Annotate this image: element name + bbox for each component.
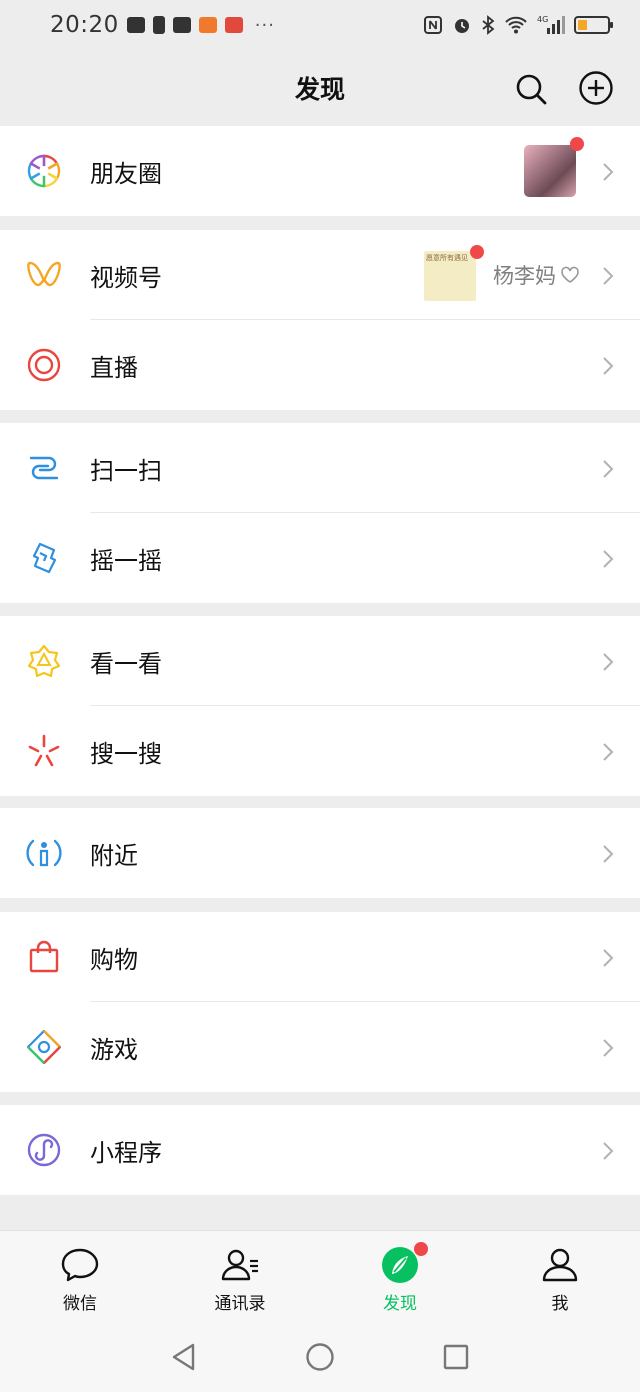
tab-me[interactable]: 我: [480, 1231, 640, 1322]
add-icon[interactable]: [578, 70, 614, 106]
menu-item-label: 小程序: [90, 1138, 162, 1167]
tab-label: 微信: [63, 1294, 97, 1314]
video-camera-icon: [126, 17, 145, 33]
me-icon: [542, 1248, 578, 1282]
menu-item-label: 摇一摇: [90, 546, 162, 575]
alarm-app-icon: [198, 17, 217, 33]
new-post-badge: [570, 137, 584, 151]
menu-item-label: 购物: [90, 945, 138, 974]
search-spark-icon: [28, 734, 60, 767]
network-type: 4G: [537, 15, 548, 24]
recents-square-icon: [443, 1344, 469, 1370]
bottom-nav: 微信 通讯录 发现 我: [0, 1230, 640, 1322]
menu-item-moments[interactable]: 朋友圈: [0, 126, 640, 216]
menu-item-label: 扫一扫: [90, 456, 162, 485]
system-navigation-bar: [0, 1322, 640, 1392]
chevron-right-icon: [603, 460, 614, 478]
menu-item-scan[interactable]: 扫一扫: [0, 423, 640, 513]
alarm-clock-icon: [455, 19, 469, 33]
menu-item-label: 搜一搜: [90, 739, 162, 768]
status-bar: 20:20 ··· 4G: [0, 0, 640, 50]
chat-icon: [61, 1248, 99, 1282]
menu-item-channels[interactable]: 视频号 愿意所有遇见 杨李妈: [0, 230, 640, 320]
battery-icon: [574, 16, 613, 34]
tab-chats[interactable]: 微信: [0, 1231, 160, 1322]
alert-icon: [152, 16, 165, 34]
status-time: 20:20: [50, 12, 119, 38]
group-stories-search: 看一看 搜一搜: [0, 616, 640, 796]
menu-item-live[interactable]: 直播: [0, 320, 640, 410]
channels-preview-thumbnail: 愿意所有遇见: [424, 251, 476, 301]
page-title: 发现: [294, 75, 345, 104]
bluetooth-icon: [482, 15, 495, 35]
channels-butterfly-icon: [27, 261, 61, 287]
search-icon[interactable]: [514, 72, 548, 106]
group-moments: 朋友圈: [0, 126, 640, 216]
menu-item-games[interactable]: 游戏: [0, 1002, 640, 1092]
channels-author-name: 杨李妈: [493, 264, 556, 288]
group-mini-programs: 小程序: [0, 1105, 640, 1195]
chevron-right-icon: [603, 357, 614, 375]
menu-item-shake[interactable]: 摇一摇: [0, 513, 640, 603]
heart-icon: [561, 266, 579, 283]
menu-item-top-stories[interactable]: 看一看: [0, 616, 640, 706]
tab-label: 我: [551, 1294, 569, 1314]
tab-discover[interactable]: 发现: [320, 1231, 480, 1322]
moments-preview-thumbnail: [524, 145, 576, 197]
menu-item-label: 附近: [90, 841, 138, 870]
system-home-button[interactable]: [252, 1342, 388, 1372]
top-stories-icon: [27, 644, 61, 678]
chevron-right-icon: [603, 845, 614, 863]
mini-programs-icon: [27, 1133, 61, 1167]
shake-phone-icon: [32, 542, 57, 574]
chevron-right-icon: [603, 267, 614, 285]
discover-badge: [414, 1242, 428, 1256]
menu-item-shopping[interactable]: 购物: [0, 912, 640, 1002]
chevron-right-icon: [603, 743, 614, 761]
menu-item-label: 看一看: [90, 649, 162, 678]
signal-icon: 4G: [537, 15, 565, 34]
menu-item-label: 游戏: [90, 1035, 138, 1064]
scan-icon: [29, 456, 59, 480]
menu-item-label: 朋友圈: [90, 159, 162, 188]
chevron-right-icon: [603, 1142, 614, 1160]
notification-app-icon: [224, 17, 243, 33]
tab-contacts[interactable]: 通讯录: [160, 1231, 320, 1322]
system-recents-button[interactable]: [388, 1343, 524, 1371]
menu-item-label: 直播: [90, 353, 138, 382]
menu-item-search[interactable]: 搜一搜: [0, 706, 640, 796]
home-circle-icon: [306, 1343, 334, 1371]
chevron-right-icon: [603, 653, 614, 671]
nearby-icon: [26, 839, 62, 867]
tab-label: 通讯录: [214, 1294, 266, 1314]
shopping-bag-icon: [29, 940, 59, 973]
back-triangle-icon: [172, 1343, 195, 1371]
menu-item-label: 视频号: [90, 263, 162, 292]
contacts-icon: [221, 1249, 258, 1281]
chevron-right-icon: [603, 949, 614, 967]
thumbnail-caption: 愿意所有遇见: [426, 254, 468, 262]
menu-item-nearby[interactable]: 附近: [0, 808, 640, 898]
chevron-right-icon: [603, 1039, 614, 1057]
wifi-icon: [505, 16, 527, 34]
top-bar: 发现: [0, 50, 640, 126]
nfc-icon: [424, 16, 442, 34]
live-icon: [27, 348, 61, 382]
more-notifications-icon: ···: [254, 14, 275, 36]
message-icon: [172, 17, 191, 33]
system-back-button[interactable]: [116, 1342, 252, 1372]
tab-label: 发现: [383, 1294, 417, 1314]
moments-aperture-icon: [27, 154, 61, 188]
group-shopping-games: 购物 游戏: [0, 912, 640, 1092]
chevron-right-icon: [603, 163, 614, 181]
group-scan-shake: 扫一扫 摇一摇: [0, 423, 640, 603]
group-nearby: 附近: [0, 808, 640, 898]
menu-item-mini-programs[interactable]: 小程序: [0, 1105, 640, 1195]
chevron-right-icon: [603, 550, 614, 568]
channels-new-badge: [470, 245, 484, 259]
group-channels: 视频号 愿意所有遇见 杨李妈 直播: [0, 230, 640, 410]
games-icon: [26, 1029, 62, 1065]
